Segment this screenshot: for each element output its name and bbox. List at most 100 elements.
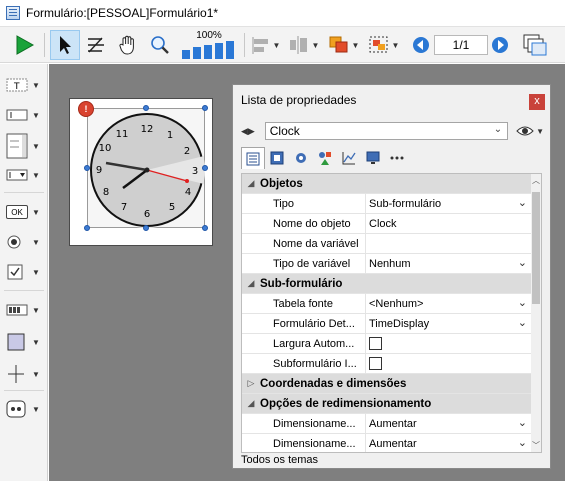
text-tool-button[interactable]: T ▼	[6, 74, 44, 96]
chevron-down-icon: ▼	[391, 40, 400, 50]
zoom-level-label: 100%	[196, 30, 222, 41]
resize-handle-right[interactable]	[202, 165, 208, 171]
property-checkbox-cell	[366, 334, 533, 353]
property-row[interactable]: Nome do objeto Clock	[242, 214, 533, 234]
resize-handle-top[interactable]	[143, 105, 149, 111]
visibility-button[interactable]: ▼	[516, 125, 544, 137]
property-row[interactable]: Largura Autom...	[242, 334, 533, 354]
tab-order-button[interactable]	[82, 30, 110, 60]
property-value-dropdown[interactable]: Nenhum ⌄	[366, 254, 533, 273]
scroll-down-icon[interactable]: ﹀	[531, 440, 541, 451]
subform-clock-object[interactable]: 12 1 2 3 4 5 6 7 8 9 10 11	[87, 108, 205, 228]
palette-separator	[4, 290, 44, 291]
button-tool-button[interactable]: OK ▼	[6, 201, 44, 223]
section-sub-formulario[interactable]: ◢ Sub-formulário	[242, 274, 533, 294]
property-row[interactable]: Tipo de variável Nenhum ⌄	[242, 254, 533, 274]
select-tool-button[interactable]	[50, 30, 80, 60]
close-button[interactable]: x	[529, 94, 545, 110]
property-row[interactable]: Tipo Sub-formulário ⌄	[242, 194, 533, 214]
resize-handle-left[interactable]	[84, 165, 90, 171]
chevron-down-icon: ▼	[536, 126, 544, 136]
tab-list[interactable]	[241, 147, 265, 169]
object-selector-value: Clock	[269, 124, 300, 138]
property-name: Nome da variável	[242, 234, 366, 253]
checkbox-tool-button[interactable]: ▼	[6, 261, 44, 283]
group-icon	[369, 36, 388, 53]
property-value-field[interactable]: Clock	[366, 214, 533, 233]
checkbox[interactable]	[369, 357, 382, 370]
page-indicator: 1/1	[434, 30, 488, 60]
property-value-dropdown[interactable]: Sub-formulário ⌄	[366, 194, 533, 213]
property-value-dropdown[interactable]: Aumentar ⌄	[366, 414, 533, 433]
settings-tab-icon	[296, 153, 306, 163]
property-value-dropdown[interactable]: TimeDisplay ⌄	[366, 314, 533, 333]
tab-more[interactable]	[385, 147, 409, 169]
tab-objects[interactable]	[313, 147, 337, 169]
property-row[interactable]: Dimensioname... Aumentar ⌄	[242, 414, 533, 434]
level-button[interactable]: ▼	[324, 30, 362, 60]
zoom-tool-button[interactable]	[146, 30, 174, 60]
property-value: <Nenhum>	[369, 297, 424, 310]
property-value-field[interactable]	[366, 234, 533, 253]
property-row[interactable]: Subformulário I...	[242, 354, 533, 374]
chevron-down-icon: ▼	[32, 337, 40, 347]
nav-arrows-icon[interactable]: ◀▶	[241, 126, 265, 137]
resize-handle-bottom-left[interactable]	[84, 225, 90, 231]
next-page-button[interactable]	[489, 30, 511, 60]
field-tool-button[interactable]: ▼	[6, 104, 44, 126]
form-area[interactable]: 12 1 2 3 4 5 6 7 8 9 10 11 !	[69, 98, 213, 246]
property-row[interactable]: Nome da variável	[242, 234, 533, 254]
line-tool-button[interactable]: ▼	[6, 361, 44, 387]
property-row[interactable]: Dimensioname... Aumentar ⌄	[242, 434, 533, 452]
property-row[interactable]: Tabela fonte <Nenhum> ⌄	[242, 294, 533, 314]
progress-tool-icon	[6, 304, 28, 316]
property-scrollbar[interactable]: ︿ ﹀	[531, 174, 541, 452]
plugin-tool-button[interactable]: ▼	[6, 396, 44, 422]
resize-handle-bottom-right[interactable]	[202, 225, 208, 231]
scroll-up-icon[interactable]: ︿	[531, 175, 541, 186]
group-button[interactable]: ▼	[364, 30, 402, 60]
rectangle-tool-icon	[7, 333, 25, 351]
tab-properties[interactable]	[265, 147, 289, 169]
error-badge-icon[interactable]: !	[78, 101, 94, 117]
combo-tool-button[interactable]: ▼	[6, 164, 44, 186]
chevron-down-icon: ▼	[32, 110, 40, 120]
checkbox-tool-icon	[7, 264, 23, 280]
section-objetos[interactable]: ◢ Objetos	[242, 174, 533, 194]
distribute-icon	[289, 36, 307, 54]
section-coordenadas[interactable]: ▷ Coordenadas e dimensões	[242, 374, 533, 394]
views-button[interactable]	[518, 30, 552, 60]
run-button[interactable]	[10, 30, 38, 60]
zoom-level-button[interactable]: 100%	[178, 30, 240, 60]
distribute-button[interactable]: ▼	[284, 30, 322, 60]
align-icon	[252, 37, 268, 54]
level-icon	[329, 36, 348, 53]
resize-handle-bottom[interactable]	[143, 225, 149, 231]
list-tool-button[interactable]: ▼	[6, 132, 44, 160]
section-expanded-icon: ◢	[247, 398, 255, 408]
radio-tool-button[interactable]: ▼	[6, 231, 44, 253]
tab-graph[interactable]	[337, 147, 361, 169]
resize-handle-top-right[interactable]	[202, 105, 208, 111]
chevron-down-icon: ⌄	[517, 417, 527, 429]
tab-display[interactable]	[361, 147, 385, 169]
align-button[interactable]: ▼	[248, 30, 282, 60]
chevron-down-icon: ⌄	[493, 124, 503, 135]
progress-tool-button[interactable]: ▼	[6, 299, 44, 321]
property-value: Aumentar	[369, 437, 417, 450]
clock-number-7: 7	[121, 202, 127, 213]
checkbox[interactable]	[369, 337, 382, 350]
scrollbar-thumb[interactable]	[532, 192, 540, 304]
property-value-dropdown[interactable]: <Nenhum> ⌄	[366, 294, 533, 313]
tab-settings[interactable]	[289, 147, 313, 169]
hand-tool-button[interactable]	[114, 30, 142, 60]
property-value-dropdown[interactable]: Aumentar ⌄	[366, 434, 533, 452]
property-row[interactable]: Formulário Det... TimeDisplay ⌄	[242, 314, 533, 334]
palette-separator	[4, 192, 44, 193]
object-selector[interactable]: Clock ⌄	[264, 122, 509, 140]
section-redimensionamento[interactable]: ◢ Opções de redimensionamento	[242, 394, 533, 414]
prev-page-button[interactable]	[410, 30, 432, 60]
display-tab-icon	[366, 151, 380, 164]
clock-number-5: 5	[169, 202, 175, 213]
rectangle-tool-button[interactable]: ▼	[6, 329, 44, 355]
